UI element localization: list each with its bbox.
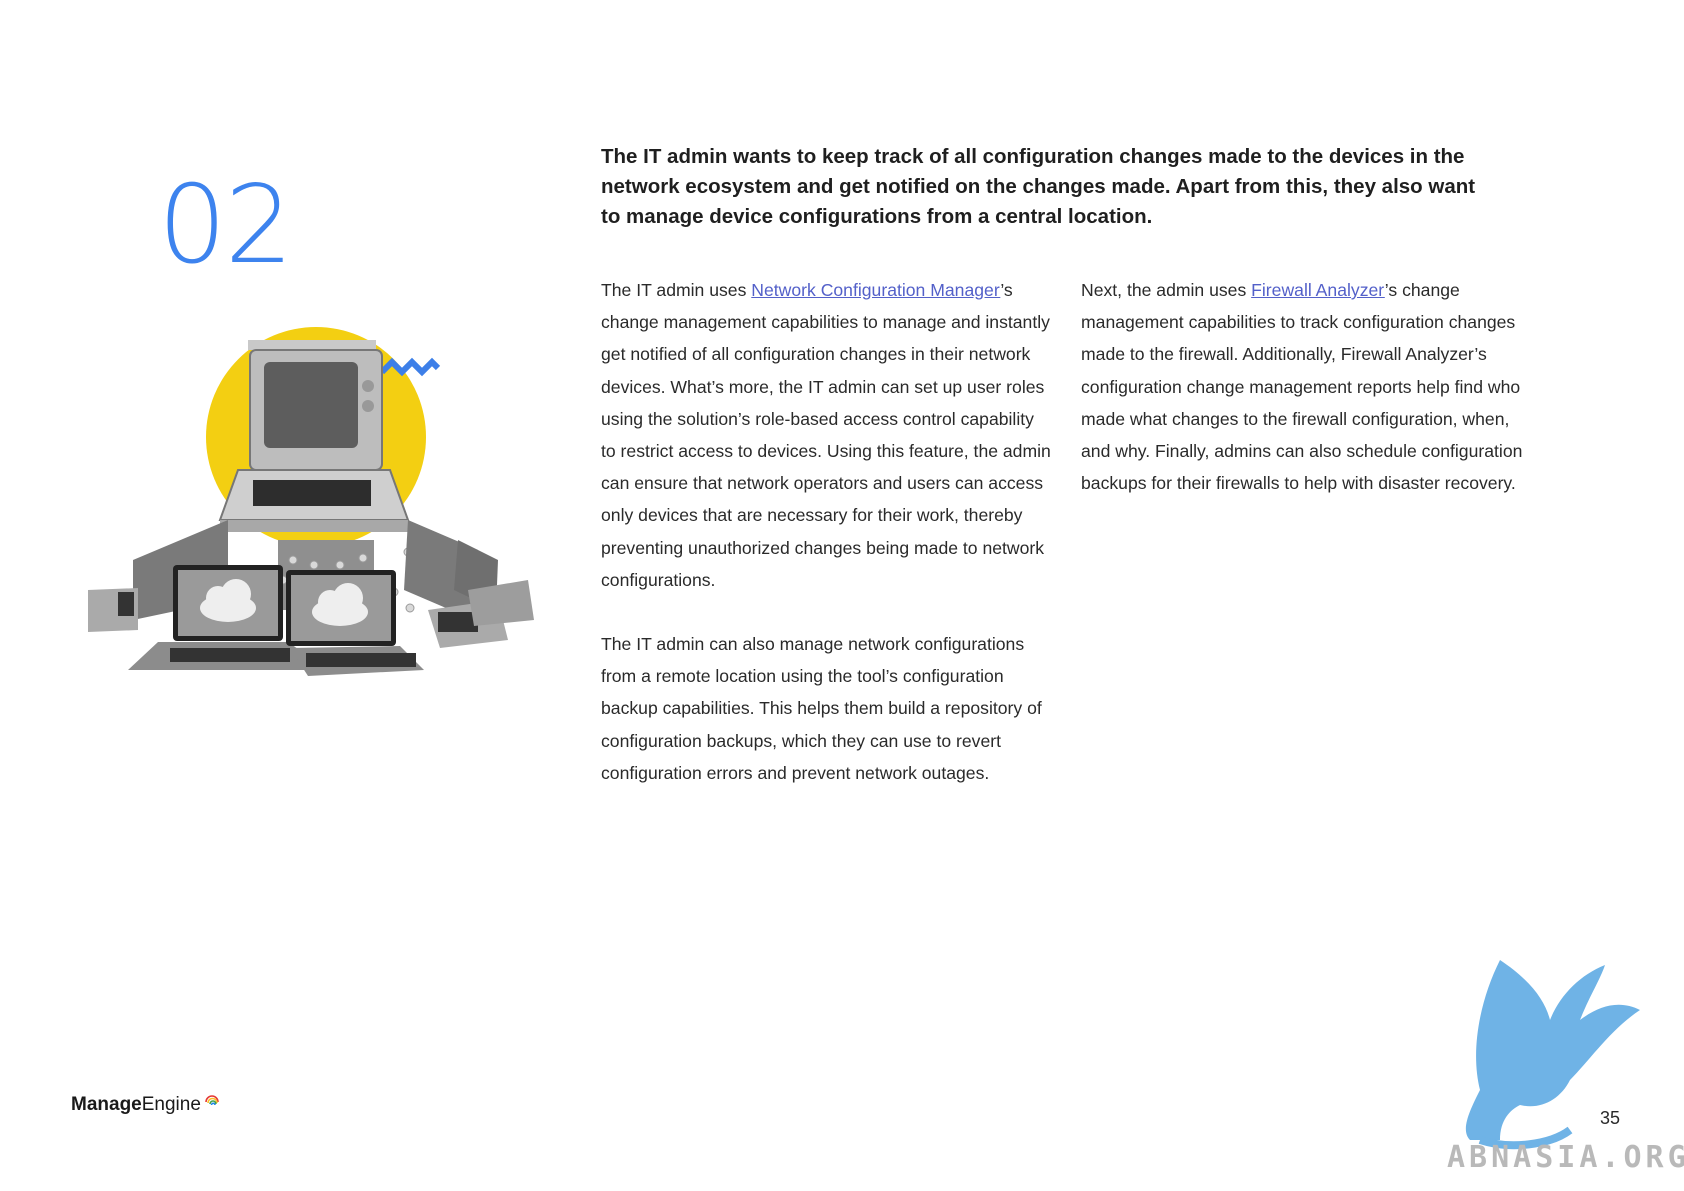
manageengine-logo: ManageEngine	[71, 1094, 220, 1116]
left-paragraph-2: The IT admin can also manage network con…	[601, 634, 1042, 783]
page-number: 35	[1600, 1108, 1621, 1128]
brand-arc-icon	[205, 1095, 220, 1106]
left-column: The IT admin uses Network Configuration …	[601, 274, 1051, 789]
left-p1-body: ’s change management capabilities to man…	[601, 280, 1051, 590]
brand-regular: Engine	[141, 1094, 201, 1115]
network-illustration	[88, 327, 534, 676]
left-p1-lead: The IT admin uses	[601, 280, 752, 300]
right-p1-body: ’s change management capabilities to tra…	[1081, 280, 1523, 494]
headline: The IT admin wants to keep track of all …	[601, 145, 1476, 228]
right-column: Next, the admin uses Firewall Analyzer’s…	[1081, 274, 1531, 499]
griffin-watermark-icon	[1465, 960, 1640, 1150]
watermark-text: ABNASIA.ORG	[1447, 1140, 1684, 1175]
right-paragraph-1: Next, the admin uses Firewall Analyzer’s…	[1081, 274, 1531, 499]
right-p1-lead: Next, the admin uses	[1081, 280, 1252, 300]
left-paragraph-1: The IT admin uses Network Configuration …	[601, 274, 1051, 596]
network-configuration-manager-link[interactable]: Network Configuration Manager	[751, 280, 1000, 300]
brand-bold: Manage	[71, 1094, 142, 1115]
firewall-analyzer-link[interactable]: Firewall Analyzer	[1251, 280, 1385, 300]
section-number: 02	[158, 163, 293, 288]
